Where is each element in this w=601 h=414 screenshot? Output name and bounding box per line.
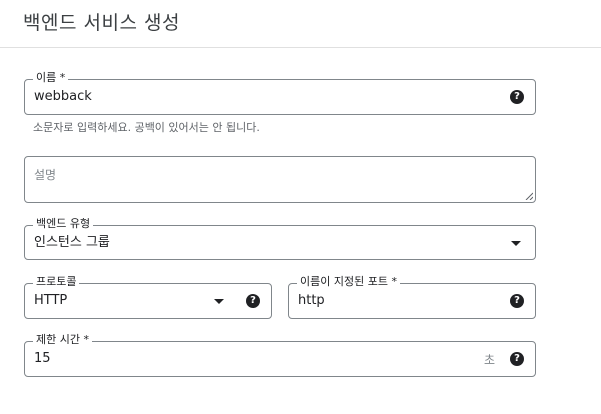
dropdown-arrow-icon[interactable] bbox=[511, 241, 521, 246]
page-title: 백엔드 서비스 생성 bbox=[23, 12, 180, 34]
timeout-field[interactable]: 제한 시간 * 15 초 ? bbox=[24, 333, 536, 377]
name-input-value[interactable]: webback bbox=[34, 89, 92, 105]
help-icon[interactable]: ? bbox=[510, 294, 524, 308]
protocol-value: HTTP bbox=[34, 293, 68, 308]
name-hint: 소문자로 입력하세요. 공백이 있어서는 안 됩니다. bbox=[33, 121, 260, 134]
help-icon[interactable]: ? bbox=[246, 294, 260, 308]
named-port-value[interactable]: http bbox=[298, 293, 325, 309]
name-label: 이름 * bbox=[33, 71, 69, 85]
backend-type-label: 백엔드 유형 bbox=[33, 217, 94, 231]
timeout-unit: 초 bbox=[484, 353, 496, 367]
header-divider bbox=[0, 47, 601, 48]
description-placeholder: 설명 bbox=[34, 168, 57, 182]
named-port-label: 이름이 지정된 포트 * bbox=[297, 275, 400, 289]
name-field[interactable]: 이름 * webback ? bbox=[24, 71, 536, 115]
named-port-field[interactable]: 이름이 지정된 포트 * http ? bbox=[288, 275, 536, 319]
help-icon[interactable]: ? bbox=[510, 352, 524, 366]
timeout-label: 제한 시간 * bbox=[33, 333, 92, 347]
protocol-label: 프로토콜 bbox=[33, 275, 80, 289]
protocol-select[interactable]: 프로토콜 HTTP ? bbox=[24, 275, 272, 319]
backend-type-select[interactable]: 백엔드 유형 인스턴스 그룹 bbox=[24, 217, 536, 260]
resize-handle-icon[interactable] bbox=[525, 192, 533, 200]
timeout-value[interactable]: 15 bbox=[34, 351, 51, 367]
help-icon[interactable]: ? bbox=[510, 90, 524, 104]
dropdown-arrow-icon[interactable] bbox=[214, 299, 224, 304]
backend-type-value: 인스턴스 그룹 bbox=[34, 235, 110, 250]
description-textarea[interactable]: 설명 bbox=[24, 156, 536, 203]
